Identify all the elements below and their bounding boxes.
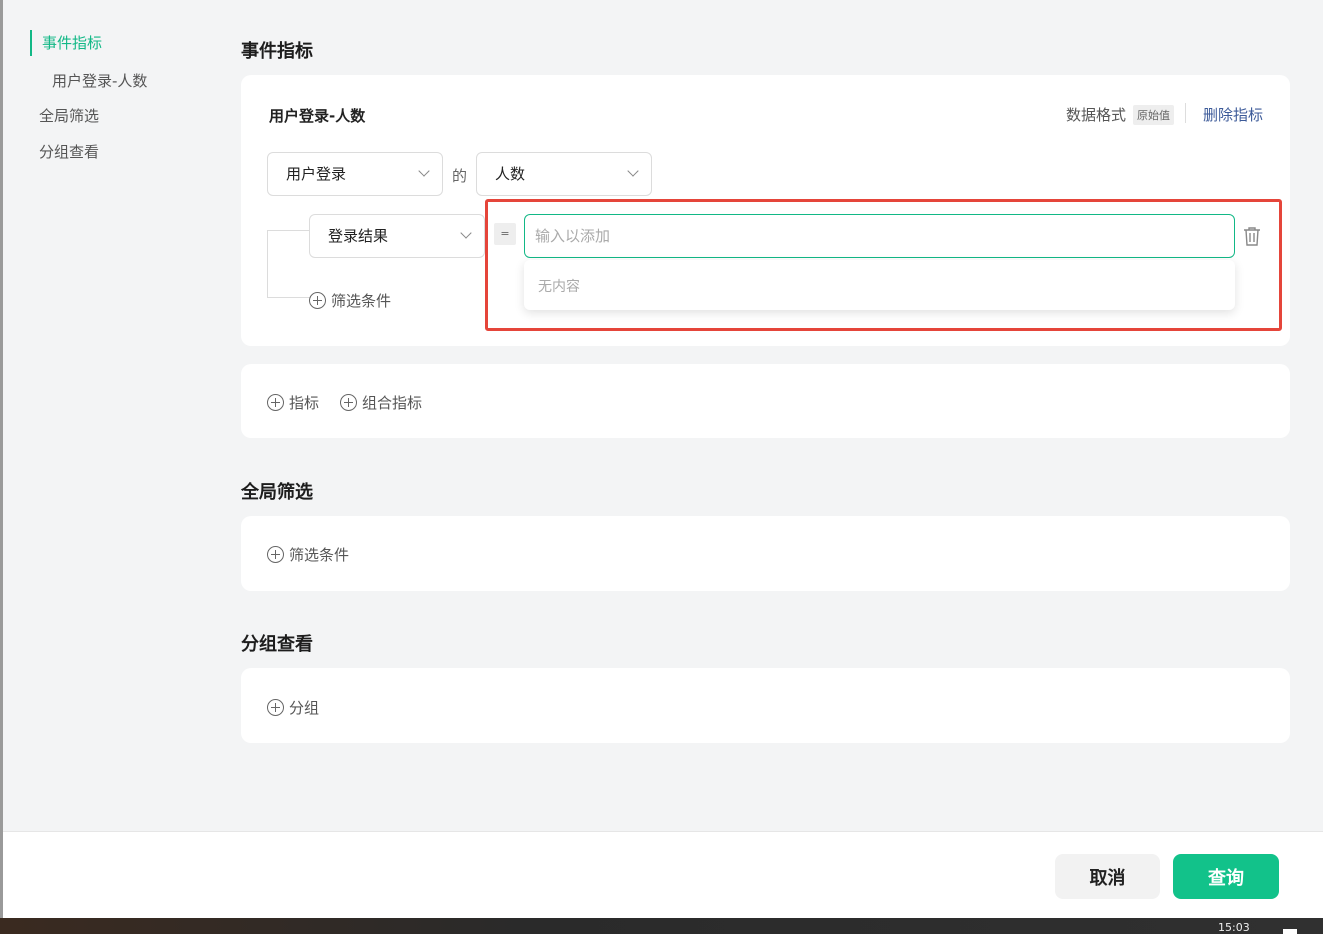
taskbar-clock: 15:03 [1218, 921, 1250, 934]
operator-badge[interactable]: = [494, 223, 516, 245]
add-global-filter-label: 筛选条件 [289, 546, 350, 564]
plus-circle-icon [267, 394, 284, 411]
add-group-button[interactable]: 分组 [267, 697, 319, 718]
add-filter-button[interactable]: 筛选条件 [309, 290, 391, 311]
of-label: 的 [452, 167, 468, 185]
sidebar-item-user-login-count[interactable]: 用户登录-人数 [52, 70, 147, 91]
data-format-label[interactable]: 数据格式 [1066, 104, 1126, 125]
sidebar-item-group-view[interactable]: 分组查看 [39, 141, 99, 162]
filter-bracket [267, 230, 311, 298]
add-filter-label: 筛选条件 [331, 292, 392, 310]
divider [1185, 103, 1186, 123]
event-select[interactable]: 用户登录 [267, 152, 443, 196]
add-metric-label: 指标 [289, 394, 320, 412]
filter-value-input[interactable] [524, 214, 1235, 258]
footer-bar: 取消 查询 [3, 831, 1323, 918]
group-card: 分组 [241, 668, 1290, 743]
os-taskbar: 15:03 [0, 918, 1323, 934]
add-combined-metric-label: 组合指标 [362, 394, 423, 412]
chevron-down-icon [627, 165, 639, 177]
plus-circle-icon [309, 292, 326, 309]
show-desktop-button[interactable] [1283, 929, 1297, 934]
filter-property-select[interactable]: 登录结果 [309, 214, 485, 258]
event-select-value: 用户登录 [286, 165, 347, 183]
section-title-global-filter: 全局筛选 [241, 482, 313, 503]
data-format-badge[interactable]: 原始值 [1133, 105, 1174, 125]
chevron-down-icon [418, 165, 430, 177]
global-filter-card: 筛选条件 [241, 516, 1290, 591]
dropdown-empty-text: 无内容 [538, 279, 580, 295]
plus-circle-icon [267, 699, 284, 716]
measure-select-value: 人数 [495, 165, 526, 183]
add-group-label: 分组 [289, 699, 320, 717]
add-global-filter-button[interactable]: 筛选条件 [267, 544, 349, 565]
trash-icon[interactable] [1243, 226, 1261, 246]
window-edge [0, 0, 3, 918]
query-button[interactable]: 查询 [1173, 854, 1279, 899]
measure-select[interactable]: 人数 [476, 152, 652, 196]
section-title-group-view: 分组查看 [241, 634, 313, 655]
section-title-event-metrics: 事件指标 [241, 41, 313, 62]
filter-property-value: 登录结果 [328, 227, 389, 245]
cancel-button[interactable]: 取消 [1055, 854, 1160, 899]
sidebar-item-global-filter[interactable]: 全局筛选 [39, 105, 99, 126]
plus-circle-icon [267, 546, 284, 563]
add-metric-button[interactable]: 指标 [267, 392, 319, 413]
add-combined-metric-button[interactable]: 组合指标 [340, 392, 422, 413]
add-metric-card: 指标 组合指标 [241, 364, 1290, 438]
value-dropdown: 无内容 [524, 260, 1235, 310]
metric-title: 用户登录-人数 [269, 107, 366, 125]
plus-circle-icon [340, 394, 357, 411]
chevron-down-icon [460, 227, 472, 239]
sidebar-item-event-metrics[interactable]: 事件指标 [30, 30, 102, 56]
delete-metric-link[interactable]: 删除指标 [1203, 104, 1263, 125]
